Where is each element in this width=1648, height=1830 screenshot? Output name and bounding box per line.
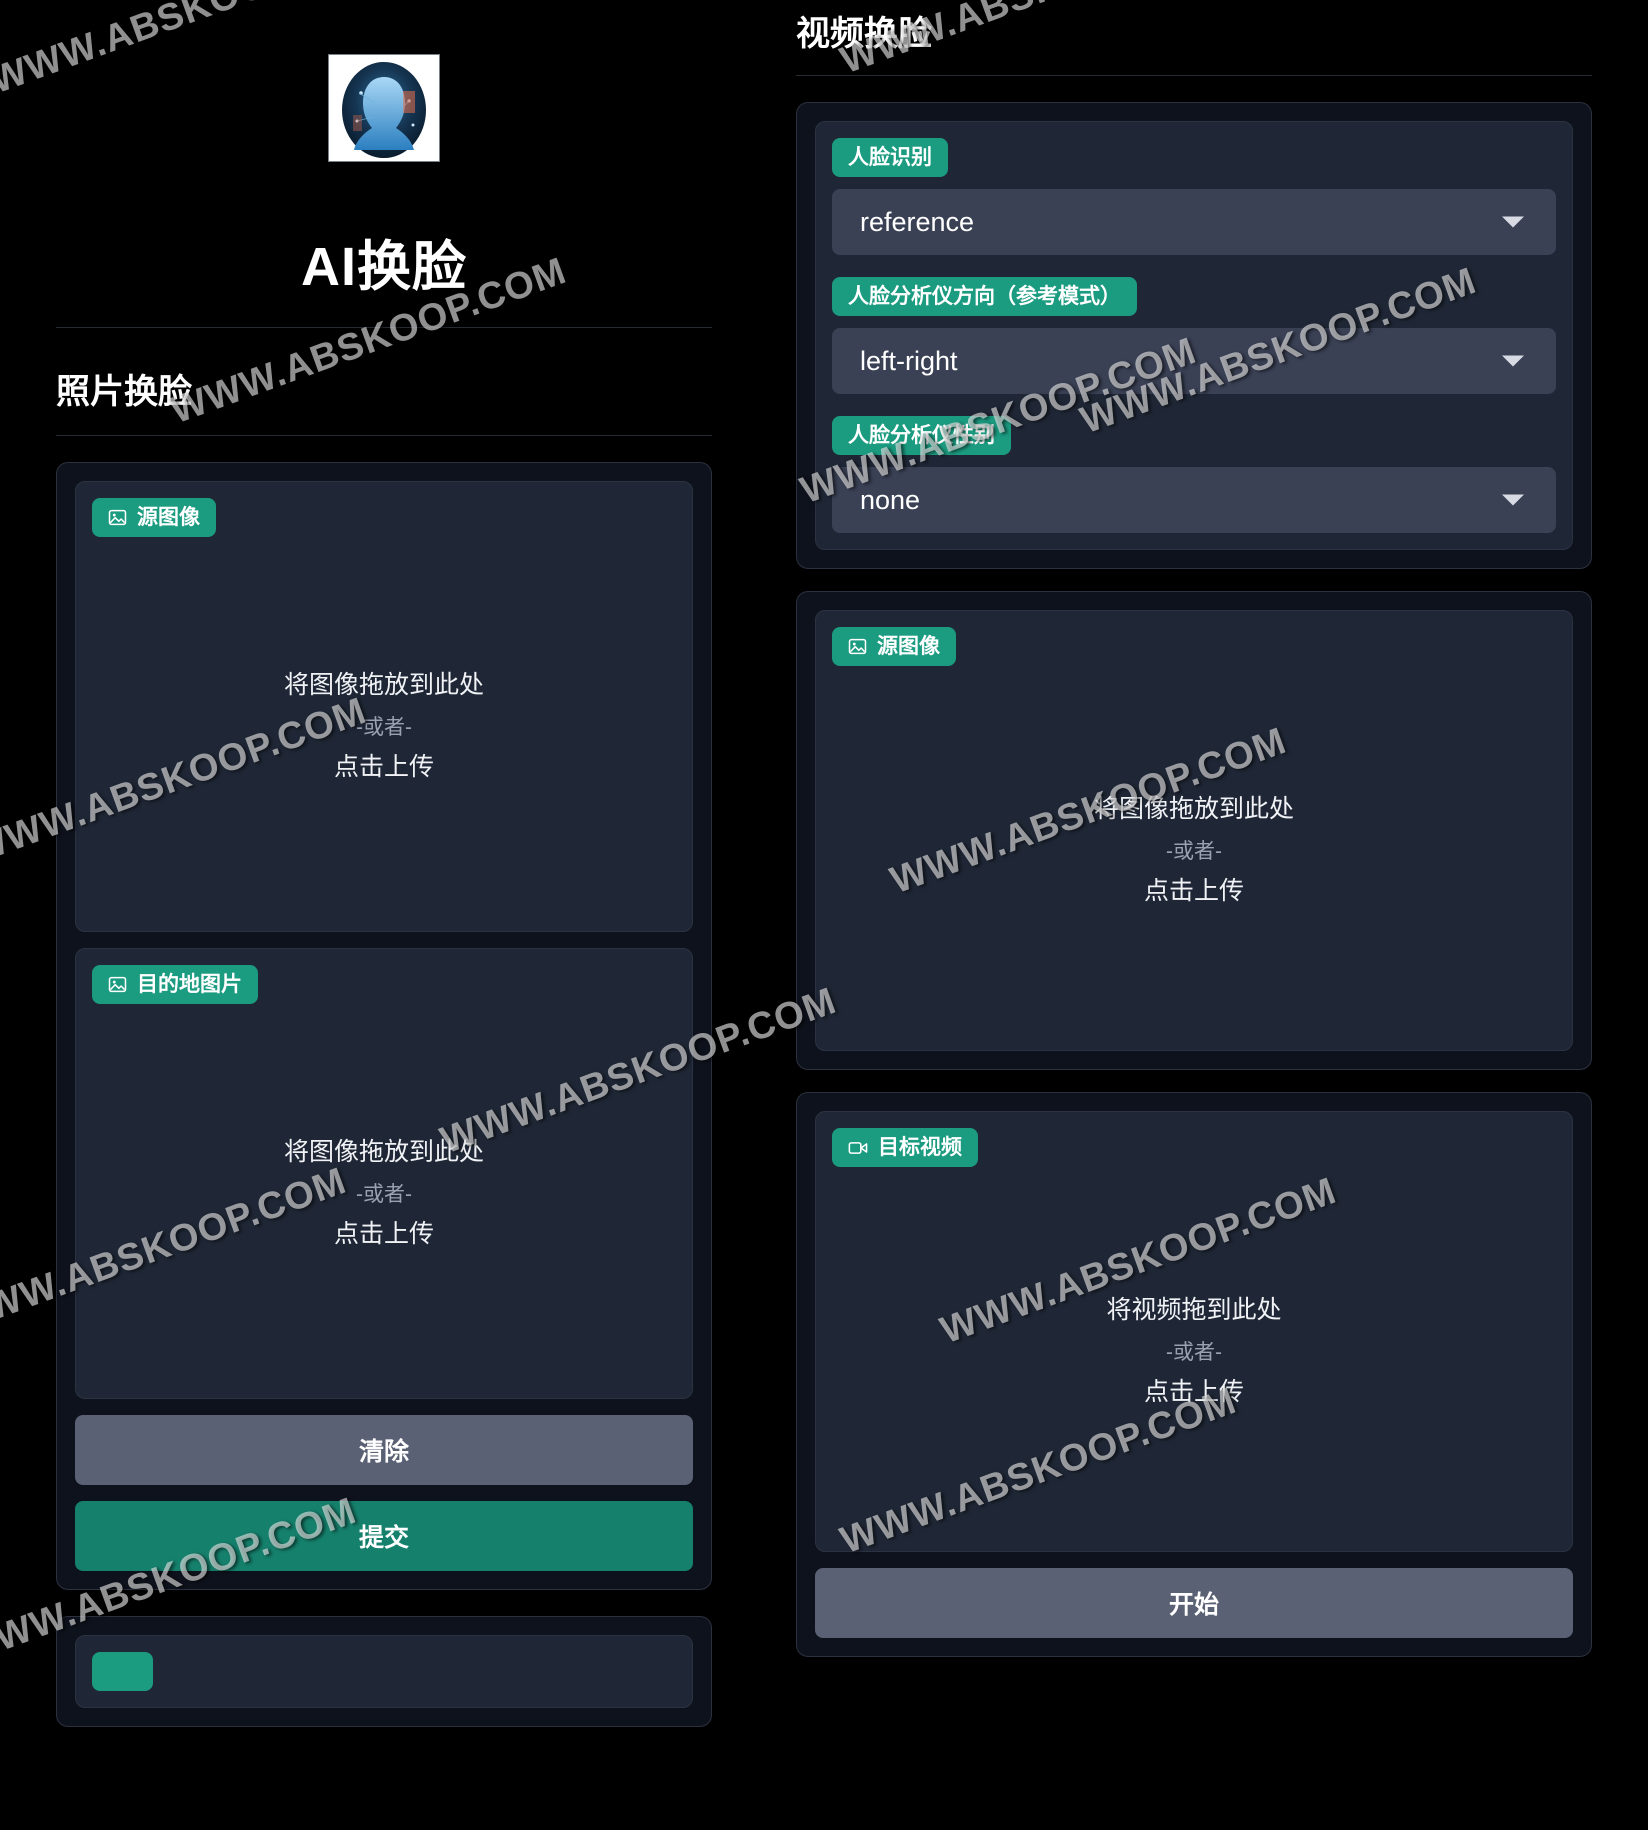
ai-portrait-icon [329, 55, 439, 161]
video-source-drop-click[interactable]: 点击上传 [1144, 871, 1244, 907]
video-target-panel: 目标视频 将视频拖到此处 -或者- 点击上传 开始 [796, 1092, 1592, 1657]
photo-submit-button[interactable]: 提交 [75, 1501, 693, 1571]
video-target-badge: 目标视频 [832, 1128, 978, 1167]
analyser-gender-field: 人脸分析仪性别 none [832, 416, 1556, 533]
photo-output-card [75, 1635, 693, 1708]
analyser-gender-badge: 人脸分析仪性别 [832, 416, 1011, 455]
video-target-badge-label: 目标视频 [878, 1136, 962, 1159]
video-target-drop-or: -或者- [1166, 1341, 1222, 1364]
analyser-direction-value: left-right [860, 345, 958, 376]
app-logo [328, 54, 440, 162]
face-recognition-select[interactable]: reference [832, 189, 1556, 255]
video-source-drop-or: -或者- [1166, 840, 1222, 863]
image-icon [108, 509, 127, 526]
photo-swap-panel: 源图像 将图像拖放到此处 -或者- 点击上传 目的地图片 将图像拖放到此处 -或… [56, 462, 712, 1590]
face-recognition-badge-label: 人脸识别 [848, 146, 932, 169]
video-swap-column: 视频换脸 人脸识别 reference 人脸分析仪方向（参考模式） left-r… [760, 0, 1648, 1830]
analyser-direction-field: 人脸分析仪方向（参考模式） left-right [832, 277, 1556, 394]
analyser-gender-select[interactable]: none [832, 467, 1556, 533]
analyser-direction-badge-label: 人脸分析仪方向（参考模式） [848, 285, 1121, 308]
app-logo-container [56, 0, 712, 162]
photo-source-image-dropzone[interactable]: 将图像拖放到此处 -或者- 点击上传 [92, 533, 676, 915]
face-recognition-badge: 人脸识别 [832, 138, 948, 177]
photo-destination-image-dropzone[interactable]: 将图像拖放到此处 -或者- 点击上传 [92, 1000, 676, 1382]
photo-source-drop-click[interactable]: 点击上传 [334, 747, 434, 783]
photo-swap-section-title: 照片换脸 [56, 364, 712, 436]
face-recognition-value: reference [860, 206, 975, 237]
video-swap-section-title: 视频换脸 [796, 0, 1592, 76]
video-target-dropzone[interactable]: 将视频拖到此处 -或者- 点击上传 [832, 1163, 1556, 1535]
video-settings-card: 人脸识别 reference 人脸分析仪方向（参考模式） left-right [815, 121, 1573, 550]
photo-destination-image-card[interactable]: 目的地图片 将图像拖放到此处 -或者- 点击上传 [75, 948, 693, 1399]
photo-source-drop-main: 将图像拖放到此处 [283, 671, 484, 699]
analyser-direction-select[interactable]: left-right [832, 328, 1556, 394]
video-source-drop-main: 将图像拖放到此处 [1093, 795, 1294, 823]
analyser-gender-value: none [860, 484, 921, 515]
video-start-button[interactable]: 开始 [815, 1568, 1573, 1638]
video-target-card[interactable]: 目标视频 将视频拖到此处 -或者- 点击上传 [815, 1111, 1573, 1552]
chevron-down-icon[interactable] [1502, 216, 1524, 228]
photo-destination-drop-or: -或者- [356, 1183, 412, 1206]
video-source-image-dropzone[interactable]: 将图像拖放到此处 -或者- 点击上传 [832, 662, 1556, 1034]
image-icon [848, 638, 867, 655]
video-target-drop-click[interactable]: 点击上传 [1144, 1372, 1244, 1408]
photo-source-image-card[interactable]: 源图像 将图像拖放到此处 -或者- 点击上传 [75, 481, 693, 932]
video-settings-panel: 人脸识别 reference 人脸分析仪方向（参考模式） left-right [796, 102, 1592, 569]
chevron-down-icon[interactable] [1502, 355, 1524, 367]
video-source-image-card[interactable]: 源图像 将图像拖放到此处 -或者- 点击上传 [815, 610, 1573, 1051]
photo-source-image-badge: 源图像 [92, 498, 216, 537]
video-source-image-panel: 源图像 将图像拖放到此处 -或者- 点击上传 [796, 591, 1592, 1070]
chevron-down-icon[interactable] [1502, 494, 1524, 506]
video-target-drop-main: 将视频拖到此处 [1106, 1296, 1282, 1324]
analyser-gender-badge-label: 人脸分析仪性别 [848, 424, 995, 447]
photo-source-image-badge-label: 源图像 [137, 506, 200, 529]
photo-destination-image-badge-label: 目的地图片 [137, 973, 242, 996]
face-recognition-field: 人脸识别 reference [832, 138, 1556, 255]
photo-output-badge [92, 1652, 154, 1691]
video-source-image-badge: 源图像 [832, 627, 956, 666]
photo-destination-drop-main: 将图像拖放到此处 [283, 1138, 484, 1166]
photo-destination-drop-click[interactable]: 点击上传 [334, 1214, 434, 1250]
photo-destination-image-badge: 目的地图片 [92, 965, 258, 1004]
video-icon [848, 1141, 868, 1154]
app-title: AI换脸 [56, 222, 712, 328]
analyser-direction-badge: 人脸分析仪方向（参考模式） [832, 277, 1137, 316]
photo-source-drop-or: -或者- [356, 716, 412, 739]
photo-swap-column: AI换脸 照片换脸 源图像 将图像拖放到此处 -或者- 点击上传 目的地图片 将… [0, 0, 760, 1830]
app-root: AI换脸 照片换脸 源图像 将图像拖放到此处 -或者- 点击上传 目的地图片 将… [0, 0, 1648, 1830]
photo-clear-button[interactable]: 清除 [75, 1415, 693, 1485]
photo-output-panel [56, 1616, 712, 1727]
image-icon [108, 976, 127, 993]
video-source-image-badge-label: 源图像 [877, 635, 940, 658]
